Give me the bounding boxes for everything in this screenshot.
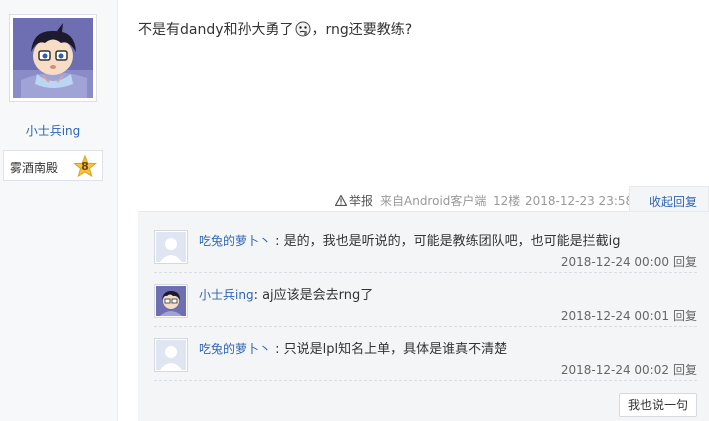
reply-button[interactable]: 回复 bbox=[673, 363, 697, 377]
reply-separator: : bbox=[271, 234, 284, 249]
reply-divider bbox=[154, 380, 697, 381]
anime-avatar-icon bbox=[156, 286, 186, 316]
post-content: 不是有dandy和孙大勇了 ，rng还要教练? bbox=[138, 20, 412, 40]
default-avatar-icon bbox=[156, 340, 186, 370]
reply-avatar[interactable] bbox=[154, 338, 188, 372]
reply-separator: : bbox=[253, 288, 263, 303]
warning-icon bbox=[335, 195, 347, 206]
reply-avatar[interactable] bbox=[154, 284, 188, 318]
post-source: 来自Android客户端 bbox=[380, 194, 487, 208]
reply-divider bbox=[154, 272, 697, 273]
badge-name: 雾酒南殿 bbox=[10, 161, 59, 175]
reply-username[interactable]: 吃兔的萝卜丶 bbox=[199, 234, 271, 248]
author-avatar[interactable] bbox=[9, 14, 97, 102]
reply-avatar[interactable] bbox=[154, 230, 188, 264]
reply-time: 2018-12-24 00:00 bbox=[560, 255, 669, 269]
reply-text: 只说是lpl知名上单，具体是谁真不清楚 bbox=[283, 342, 508, 357]
reply-button[interactable]: 回复 bbox=[673, 255, 697, 269]
post-floor: 12楼 bbox=[493, 194, 521, 208]
post-text-part2: ，rng还要教练? bbox=[311, 22, 413, 38]
collapse-reply-button[interactable]: 收起回复 bbox=[649, 193, 697, 210]
reply-meta: 2018-12-24 00:00 回复 bbox=[561, 255, 697, 269]
report-label: 举报 bbox=[349, 194, 374, 208]
post-root: 小士兵ing 雾酒南殿 8 不是有dandy和孙大勇了 ，rng还要教练? 举报 bbox=[0, 0, 709, 421]
badge-level-number: 8 bbox=[81, 160, 89, 173]
report-button[interactable]: 举报 bbox=[335, 193, 373, 209]
default-avatar-icon bbox=[156, 232, 186, 262]
reply-list: 吃兔的萝卜丶 : 是的，我也是听说的，可能是教练团队吧，也可能是拦截ig 201… bbox=[138, 211, 709, 421]
reply-time: 2018-12-24 00:02 bbox=[560, 363, 669, 377]
reply-meta: 2018-12-24 00:02 回复 bbox=[561, 363, 697, 377]
reply-line: 吃兔的萝卜丶 : 是的，我也是听说的，可能是教练团队吧，也可能是拦截ig bbox=[199, 233, 621, 250]
author-sidebar: 小士兵ing 雾酒南殿 8 bbox=[0, 0, 118, 421]
badge-level: 8 bbox=[73, 154, 97, 179]
reply-text: aj应该是会去rng了 bbox=[262, 288, 374, 303]
author-username[interactable]: 小士兵ing bbox=[0, 122, 106, 139]
reply-time: 2018-12-24 00:01 bbox=[560, 309, 669, 323]
collapse-reply-tab: 收起回复 bbox=[629, 186, 709, 212]
add-reply-button[interactable]: 我也说一句 bbox=[619, 393, 697, 417]
reply-button[interactable]: 回复 bbox=[673, 309, 697, 323]
reply-line: 小士兵ing: aj应该是会去rng了 bbox=[199, 287, 373, 304]
anime-avatar-icon bbox=[13, 18, 93, 98]
reply-divider bbox=[154, 326, 697, 327]
post-time: 2018-12-23 23:58 bbox=[525, 194, 634, 208]
reply-username[interactable]: 小士兵ing bbox=[199, 288, 254, 302]
reply-line: 吃兔的萝卜丶 : 只说是lpl知名上单，具体是谁真不清楚 bbox=[199, 341, 507, 358]
reply-separator: : bbox=[271, 342, 284, 357]
member-badge[interactable]: 雾酒南殿 8 bbox=[3, 150, 103, 181]
reply-text: 是的，我也是听说的，可能是教练团队吧，也可能是拦截ig bbox=[283, 234, 621, 249]
reply-username[interactable]: 吃兔的萝卜丶 bbox=[199, 342, 271, 356]
thinking-emoji-icon bbox=[295, 21, 311, 37]
reply-meta: 2018-12-24 00:01 回复 bbox=[561, 309, 697, 323]
post-text-part1: 不是有dandy和孙大勇了 bbox=[138, 22, 294, 38]
